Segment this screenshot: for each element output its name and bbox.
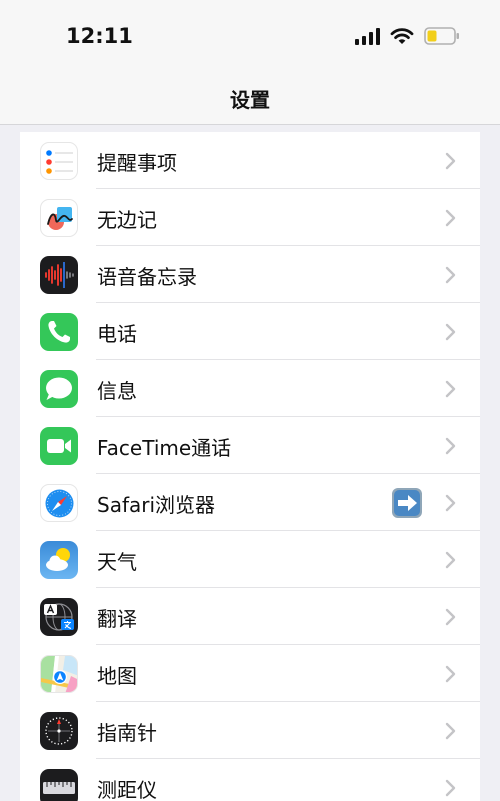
maps-icon <box>40 655 78 693</box>
weather-icon <box>40 541 78 579</box>
messages-icon <box>40 370 78 408</box>
settings-row-reminders[interactable]: 提醒事项 <box>20 132 480 189</box>
right-arrow-emoji-icon <box>392 488 422 518</box>
settings-row-phone[interactable]: 电话 <box>20 303 480 360</box>
settings-row-messages[interactable]: 信息 <box>20 360 480 417</box>
facetime-icon <box>40 427 78 465</box>
settings-row-label: 信息 <box>97 379 137 403</box>
wifi-icon <box>390 28 414 44</box>
settings-row-safari[interactable]: Safari浏览器 <box>20 474 480 531</box>
settings-row-label: 测距仪 <box>97 778 157 801</box>
settings-row-measure[interactable]: 测距仪 <box>20 759 480 801</box>
settings-row-facetime[interactable]: FaceTime通话 <box>20 417 480 474</box>
settings-row-label: 电话 <box>97 322 137 346</box>
settings-row-label: 无边记 <box>97 208 157 232</box>
chevron-right-icon <box>445 437 456 455</box>
settings-list: 提醒事项 无边记 语音备忘录 电话 信息 FaceTime通话 Safari浏览… <box>20 132 480 801</box>
freeform-icon <box>40 199 78 237</box>
translate-icon <box>40 598 78 636</box>
reminders-icon <box>40 142 78 180</box>
chevron-right-icon <box>445 608 456 626</box>
chevron-right-icon <box>445 323 456 341</box>
settings-row-translate[interactable]: 翻译 <box>20 588 480 645</box>
settings-row-label: 指南针 <box>97 721 157 745</box>
settings-row-label: 地图 <box>97 664 137 688</box>
settings-row-voice-memos[interactable]: 语音备忘录 <box>20 246 480 303</box>
chevron-right-icon <box>445 152 456 170</box>
safari-icon <box>40 484 78 522</box>
settings-row-label: FaceTime通话 <box>97 436 232 460</box>
status-time: 12:11 <box>66 24 133 48</box>
battery-icon <box>424 27 459 45</box>
chevron-right-icon <box>445 722 456 740</box>
settings-row-label: 提醒事项 <box>97 151 177 175</box>
settings-row-weather[interactable]: 天气 <box>20 531 480 588</box>
compass-icon <box>40 712 78 750</box>
cellular-signal-icon <box>355 27 380 45</box>
voice-memos-icon <box>40 256 78 294</box>
chevron-right-icon <box>445 266 456 284</box>
settings-row-label: Safari浏览器 <box>97 493 216 517</box>
chevron-right-icon <box>445 380 456 398</box>
settings-row-compass[interactable]: 指南针 <box>20 702 480 759</box>
settings-row-maps[interactable]: 地图 <box>20 645 480 702</box>
chevron-right-icon <box>445 551 456 569</box>
chevron-right-icon <box>445 779 456 797</box>
navigation-bar: 设置 <box>0 72 500 125</box>
page-title: 设置 <box>230 88 270 112</box>
settings-row-freeform[interactable]: 无边记 <box>20 189 480 246</box>
chevron-right-icon <box>445 209 456 227</box>
settings-row-label: 语音备忘录 <box>97 265 197 289</box>
measure-icon <box>40 769 78 801</box>
chevron-right-icon <box>445 494 456 512</box>
settings-row-label: 翻译 <box>97 607 137 631</box>
chevron-right-icon <box>445 665 456 683</box>
settings-row-label: 天气 <box>97 550 137 574</box>
phone-icon <box>40 313 78 351</box>
status-bar: 12:11 <box>0 0 500 72</box>
status-icons <box>355 25 460 47</box>
